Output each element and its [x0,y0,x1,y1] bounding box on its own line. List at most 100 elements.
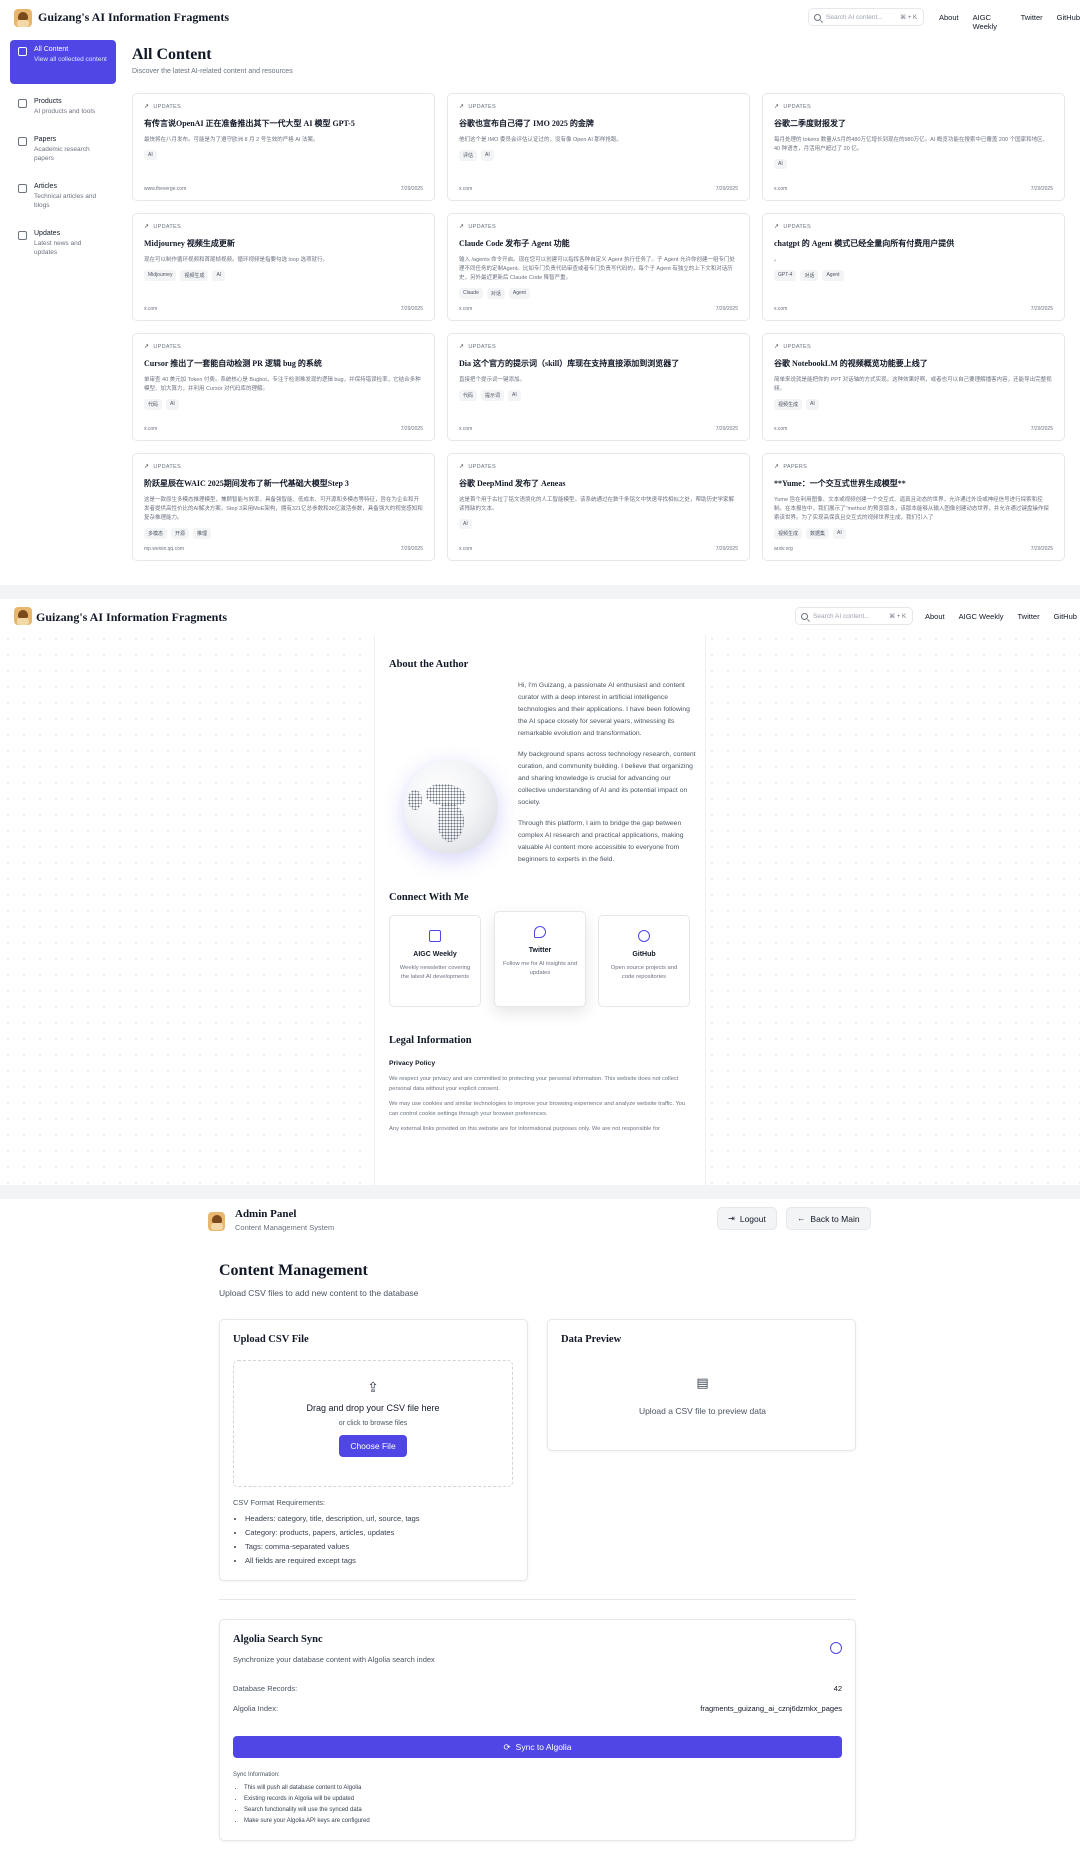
card-tag[interactable]: 提示词 [481,390,505,401]
card-tag[interactable]: 代码 [144,399,163,410]
card-tag[interactable]: 推理 [193,528,212,539]
sidebar-item-all-content[interactable]: All Content View all collected content [10,40,116,84]
browse-text: or click to browse files [338,1420,408,1427]
content-card[interactable]: UPDATES Claude Code 发布子 Agent 功能输入 /agent… [447,213,750,321]
card-tag[interactable]: AI [774,159,787,169]
connect-card-aigc-weekly[interactable]: AIGC Weekly Weekly newsletter covering t… [389,915,481,1007]
card-tag[interactable]: 视频生成 [774,528,803,539]
content-card[interactable]: UPDATES chatgpt 的 Agent 模式已经全量向所有付费用户提供。 G… [762,213,1065,321]
card-title[interactable]: **Yume：一个交互式世界生成模型** [774,478,1053,489]
card-source[interactable]: x.com [459,426,472,432]
card-source[interactable]: www.theverge.com [144,186,186,192]
connect-card-github[interactable]: GitHub Open source projects and code rep… [598,915,690,1007]
search-input[interactable]: Search AI content... ⌘ + K [808,8,924,26]
page-subtitle: Discover the latest AI-related content a… [132,68,293,75]
card-tag[interactable]: Claude [459,288,483,299]
card-title[interactable]: 谷歌 DeepMind 发布了 Aeneas [459,478,738,489]
card-tag[interactable]: AI [508,390,521,401]
content-card[interactable]: UPDATES 有传言说OpenAI 正在准备推出其下一代大型 AI 模型 GPT… [132,93,435,201]
nav-link-about[interactable]: About [925,612,945,621]
back-label: Back to Main [810,1213,860,1224]
card-tag[interactable]: Agent [822,270,844,281]
content-card[interactable]: UPDATES Cursor 推出了一套能自动检测 PR 逻辑 bug 的系统单审… [132,333,435,441]
card-tag[interactable]: AI [833,528,846,539]
card-tag[interactable]: AI [212,270,226,281]
card-tag[interactable]: AI [144,150,157,160]
card-description: Yume 旨在利用图像、文本或视频创建一个交互式、逼真且动态的世界，允许通过外设… [774,497,1049,521]
content-card[interactable]: UPDATES 谷歌 DeepMind 发布了 Aeneas 这是首个用于古拉丁铭文… [447,453,750,561]
nav-link-github[interactable]: GitHub [1057,13,1080,31]
card-title[interactable]: Dia 这个官方的提示词（skill）库现在支持直接添加到浏览器了 [459,358,738,369]
card-tag[interactable]: 视频生成 [180,270,209,281]
card-tag[interactable]: AI [166,399,179,410]
card-tag[interactable]: AI [481,150,494,161]
choose-file-button[interactable]: Choose File [339,1435,407,1457]
sidebar-item-papers[interactable]: Papers Academic research papers [10,130,116,169]
content-card[interactable]: UPDATES 谷歌 NotebookLM 的视频概览功能要上线了简单来说就是能把… [762,333,1065,441]
card-category: UPDATES [144,343,423,350]
nav-link-twitter[interactable]: Twitter [1021,13,1043,31]
card-source[interactable]: x.com [774,186,787,192]
site-logo[interactable] [14,9,32,27]
card-tag[interactable]: 数据集 [806,528,830,539]
card-source[interactable]: x.com [144,306,157,312]
sidebar-item-articles[interactable]: Articles Technical articles and blogs [10,177,116,216]
card-category: UPDATES [144,103,423,110]
card-title[interactable]: chatgpt 的 Agent 模式已经全量向所有付费用户提供 [774,238,1053,249]
content-card[interactable]: PAPERS **Yume：一个交互式世界生成模型** Yume 旨在利用图像、文本… [762,453,1065,561]
logout-button[interactable]: ⇥ Logout [717,1207,777,1230]
card-title[interactable]: 谷歌二季度财报发了 [774,118,1053,129]
card-tag[interactable]: GPT-4 [774,270,797,281]
sidebar-item-updates[interactable]: Updates Latest news and updates [10,224,116,263]
card-tag[interactable]: AI [806,399,819,410]
card-description: 输入 /agents 命令开启。现在您可以创建可以指挥各种自定义 Agent 执… [459,257,735,281]
content-card[interactable]: UPDATES Midjourney 视频生成更新现在可以制作循环视频和首尾帧视频… [132,213,435,321]
card-tag[interactable]: 评估 [459,150,478,161]
content-card[interactable]: UPDATES 阶跃星辰在WAIC 2025期间发布了新一代基础大模型Step 3… [132,453,435,561]
card-description: 直接把个提示词一键添加。 [459,377,526,383]
nav-link-twitter[interactable]: Twitter [1017,612,1039,621]
card-tag[interactable]: 代码 [459,390,478,401]
card-tag[interactable]: Midjourney [144,270,177,281]
back-to-main-button[interactable]: ← Back to Main [786,1207,871,1230]
search-input[interactable]: Search AI content... ⌘ + K [795,607,913,625]
nav-link-aigc-weekly[interactable]: AIGC Weekly [959,612,1004,621]
sidebar-item-products[interactable]: Products AI products and tools [10,92,116,122]
card-tag[interactable]: 对话 [800,270,819,281]
nav-link-about[interactable]: About [939,13,959,31]
card-title[interactable]: 有传言说OpenAI 正在准备推出其下一代大型 AI 模型 GPT-5 [144,118,423,129]
card-title[interactable]: 谷歌也宣布自己得了 IMO 2025 的金牌 [459,118,738,129]
card-tag[interactable]: 开源 [171,528,190,539]
card-source[interactable]: x.com [774,426,787,432]
card-source[interactable]: x.com [459,186,472,192]
card-source[interactable]: arxiv.org [774,546,793,552]
card-tag[interactable]: 视频生成 [774,399,803,410]
content-card[interactable]: UPDATES Dia 这个官方的提示词（skill）库现在支持直接添加到浏览器了… [447,333,750,441]
site-logo[interactable] [14,607,32,625]
card-tag[interactable]: AI [459,519,472,529]
card-source[interactable]: x.com [144,426,157,432]
content-card[interactable]: UPDATES 谷歌也宣布自己得了 IMO 2025 的金牌他们这个是 IMO 委… [447,93,750,201]
card-tag[interactable]: 对话 [486,288,505,299]
card-tag[interactable]: Agent [508,288,530,299]
connect-card-twitter[interactable]: Twitter Follow me for AI insights and up… [494,911,586,1007]
card-title[interactable]: Claude Code 发布子 Agent 功能 [459,238,738,249]
card-title[interactable]: 谷歌 NotebookLM 的视频概览功能要上线了 [774,358,1053,369]
sync-algolia-button[interactable]: ⟳ Sync to Algolia [233,1736,842,1758]
card-source[interactable]: mp.weixin.qq.com [144,546,184,552]
card-source[interactable]: x.com [774,306,787,312]
nav-link-github[interactable]: GitHub [1054,612,1077,621]
card-source[interactable]: x.com [459,306,472,312]
site-title[interactable]: Guizang's AI Information Fragments [36,610,227,625]
csv-dropzone[interactable]: ⇪ Drag and drop your CSV file here or cl… [233,1360,513,1487]
card-title[interactable]: Midjourney 视频生成更新 [144,238,423,249]
site-title[interactable]: Guizang's AI Information Fragments [38,10,229,25]
card-title[interactable]: 阶跃星辰在WAIC 2025期间发布了新一代基础大模型Step 3 [144,478,423,489]
nav-link-aigc-weekly[interactable]: AIGC Weekly [973,13,1007,31]
card-source[interactable]: x.com [459,546,472,552]
card-tag[interactable]: 多模态 [144,528,168,539]
card-title[interactable]: Cursor 推出了一套能自动检测 PR 逻辑 bug 的系统 [144,358,423,369]
twitter-icon [534,926,546,938]
search-placeholder: Search AI content... [813,612,870,620]
content-card[interactable]: UPDATES 谷歌二季度财报发了每月处理的 tokens 数量从5月的480万亿… [762,93,1065,201]
